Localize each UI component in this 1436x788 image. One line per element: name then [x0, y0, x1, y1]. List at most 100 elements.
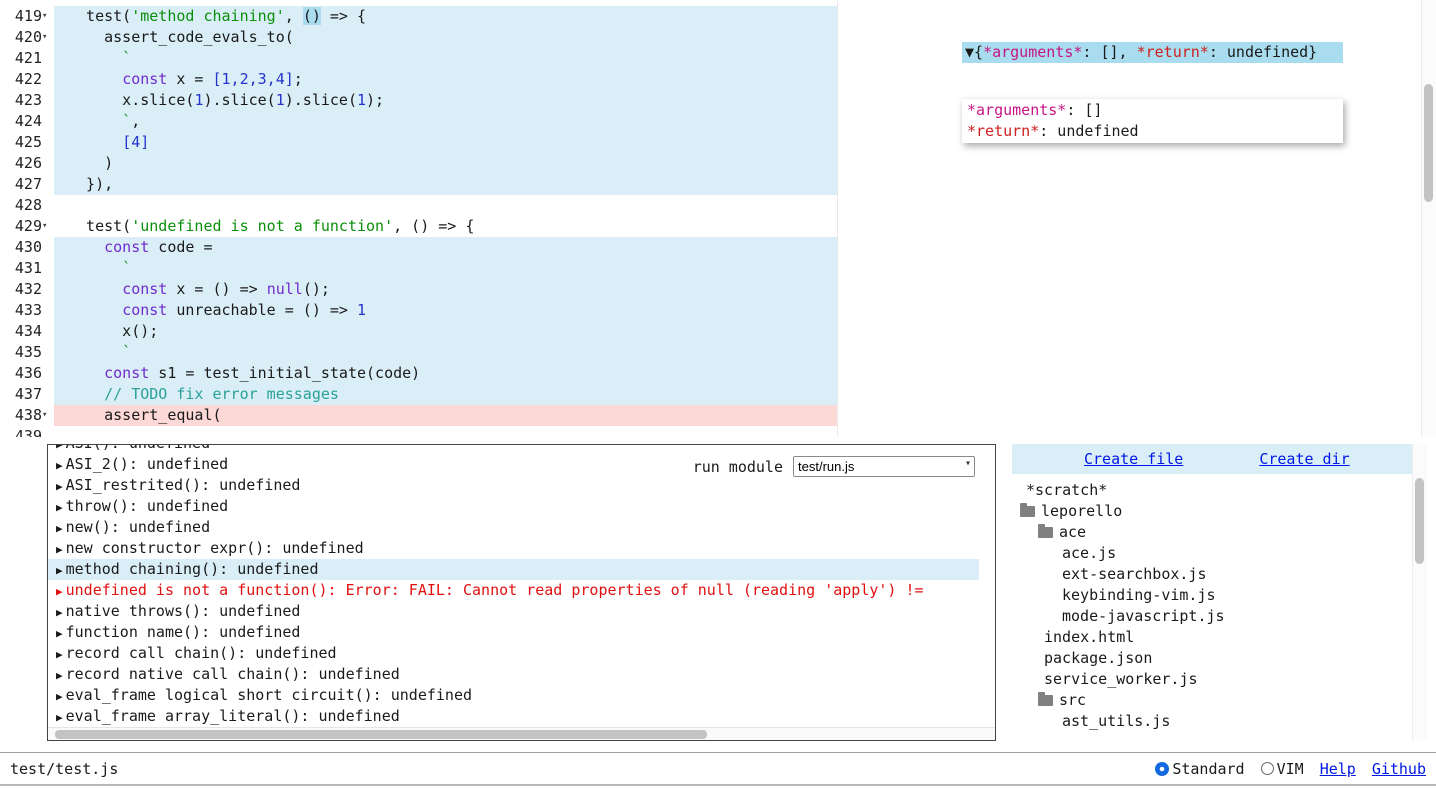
code-line[interactable]: ` — [54, 48, 837, 69]
editor-scrollbar[interactable] — [1421, 0, 1436, 437]
code-line[interactable]: `, — [54, 111, 837, 132]
editor-scrollbar-thumb[interactable] — [1424, 84, 1433, 202]
code-token: test( — [68, 7, 131, 25]
create-dir-button[interactable]: Create dir — [1259, 450, 1349, 468]
tree-item-package-json[interactable]: package.json — [1012, 648, 1427, 669]
collapse-icon[interactable]: ▼ — [965, 43, 974, 61]
code-line[interactable]: assert_equal( — [54, 405, 837, 426]
code-line[interactable]: test('method chaining', () => { — [54, 6, 837, 27]
expand-icon[interactable]: ▶ — [56, 669, 63, 682]
code-line[interactable]: }), — [54, 174, 837, 195]
code-line[interactable]: ` — [54, 258, 837, 279]
code-line[interactable]: ` — [54, 342, 837, 363]
fold-icon[interactable]: ▾ — [42, 405, 54, 426]
code-line[interactable]: const x = [1,2,3,4]; — [54, 69, 837, 90]
expand-icon[interactable]: ▶ — [56, 480, 63, 493]
run-module-select[interactable]: test/run.js — [793, 456, 975, 477]
tree-item-scratch[interactable]: *scratch* — [1012, 480, 1427, 501]
tree-item-ast-utils-js[interactable]: ast_utils.js — [1012, 711, 1427, 732]
console-entry[interactable]: ▶new(): undefined — [48, 517, 979, 538]
console-entry[interactable]: ▶ASI_restrited(): undefined — [48, 475, 979, 496]
expand-icon[interactable]: ▶ — [56, 690, 63, 703]
code-line[interactable]: [4] — [54, 132, 837, 153]
file-path: test/test.js — [10, 760, 118, 778]
code-line[interactable]: assert_code_evals_to( — [54, 27, 837, 48]
editor-line: 435 ` — [0, 342, 1436, 363]
expand-icon[interactable]: ▶ — [56, 459, 63, 472]
editor-line: 431 ` — [0, 258, 1436, 279]
console-entry[interactable]: ▶ASI(): undefined — [48, 444, 979, 454]
expand-icon[interactable]: ▶ — [56, 543, 63, 556]
fold-icon[interactable]: ▾ — [42, 216, 54, 237]
console-entry[interactable]: ▶function name(): undefined — [48, 622, 979, 643]
fold-icon[interactable]: ▾ — [42, 6, 54, 27]
tree-scrollbar[interactable] — [1412, 444, 1427, 741]
code-line[interactable]: const s1 = test_initial_state(code) — [54, 363, 837, 384]
console-entry[interactable]: ▶new constructor expr(): undefined — [48, 538, 979, 559]
expand-icon[interactable]: ▶ — [56, 627, 63, 640]
radio-vim-label: VIM — [1277, 760, 1304, 778]
console-entry[interactable]: ▶record call chain(): undefined — [48, 643, 979, 664]
code-token: ; — [294, 70, 303, 88]
code-token — [68, 364, 104, 382]
code-token: : undefined} — [1209, 43, 1317, 61]
code-token: *return* — [1137, 43, 1209, 61]
tree-item-ace[interactable]: ace — [1012, 522, 1427, 543]
tree-item-index-html[interactable]: index.html — [1012, 627, 1427, 648]
create-file-button[interactable]: Create file — [1084, 450, 1183, 468]
line-number: 431 — [0, 258, 54, 279]
code-line[interactable] — [54, 195, 837, 216]
radio-vim[interactable]: VIM — [1261, 760, 1304, 778]
console-entry-text: eval_frame logical short circuit(): unde… — [66, 686, 472, 704]
tree-item-src[interactable]: src — [1012, 690, 1427, 711]
code-line[interactable]: const x = () => null(); — [54, 279, 837, 300]
code-token: const — [104, 238, 149, 256]
console-entry[interactable]: ▶record native call chain(): undefined — [48, 664, 979, 685]
expand-icon[interactable]: ▶ — [56, 585, 63, 598]
code-line[interactable]: x(); — [54, 321, 837, 342]
radio-standard[interactable]: Standard — [1155, 760, 1244, 778]
expand-icon[interactable]: ▶ — [56, 711, 63, 724]
console-hscrollbar-thumb[interactable] — [55, 730, 707, 739]
inspector-header[interactable]: ▼{*arguments*: [], *return*: undefined} — [962, 42, 1343, 63]
line-number: 432 — [0, 279, 54, 300]
code-line[interactable] — [54, 426, 837, 437]
line-number: 424 — [0, 111, 54, 132]
github-link[interactable]: Github — [1372, 760, 1426, 778]
code-line[interactable]: const unreachable = () => 1 — [54, 300, 837, 321]
code-line[interactable]: const code = — [54, 237, 837, 258]
console-entry[interactable]: ▶throw(): undefined — [48, 496, 979, 517]
expand-icon[interactable]: ▶ — [56, 648, 63, 661]
console-entry[interactable]: ▶native throws(): undefined — [48, 601, 979, 622]
inspector-row[interactable]: *return*: undefined — [967, 121, 1338, 142]
console-entry[interactable]: ▶undefined is not a function(): Error: F… — [48, 580, 979, 601]
code-line[interactable]: x.slice(1).slice(1).slice(1); — [54, 90, 837, 111]
tree-item-ext-searchbox-js[interactable]: ext-searchbox.js — [1012, 564, 1427, 585]
help-link[interactable]: Help — [1320, 760, 1356, 778]
code-line[interactable]: test('undefined is not a function', () =… — [54, 216, 837, 237]
console-entry[interactable]: ▶eval_frame logical short circuit(): und… — [48, 685, 979, 706]
fold-icon[interactable]: ▾ — [42, 27, 54, 48]
tree-item-leporello[interactable]: leporello — [1012, 501, 1427, 522]
console-entry[interactable]: ▶method chaining(): undefined — [48, 559, 979, 580]
expand-icon[interactable]: ▶ — [56, 501, 63, 514]
expand-icon[interactable]: ▶ — [56, 606, 63, 619]
tree-item-ace-js[interactable]: ace.js — [1012, 543, 1427, 564]
tree-item-service-worker-js[interactable]: service_worker.js — [1012, 669, 1427, 690]
code-line[interactable]: ) — [54, 153, 837, 174]
console-entry[interactable]: ▶eval_frame array_literal(): undefined — [48, 706, 979, 727]
code-line[interactable]: // TODO fix error messages — [54, 384, 837, 405]
code-token: ).slice( — [285, 91, 357, 109]
tree-item-mode-javascript-js[interactable]: mode-javascript.js — [1012, 606, 1427, 627]
expand-icon[interactable]: ▶ — [56, 564, 63, 577]
tree-item-label: src — [1059, 690, 1086, 711]
inspector-row[interactable]: *arguments*: [] — [967, 100, 1338, 121]
selected-expression[interactable]: () — [303, 7, 321, 25]
console-hscrollbar[interactable] — [48, 727, 995, 740]
folder-icon — [1038, 527, 1053, 538]
tree-item-keybinding-vim-js[interactable]: keybinding-vim.js — [1012, 585, 1427, 606]
expand-icon[interactable]: ▶ — [56, 444, 63, 451]
expand-icon[interactable]: ▶ — [56, 522, 63, 535]
tree-scrollbar-thumb[interactable] — [1415, 478, 1424, 564]
inspector-body: *arguments*: []*return*: undefined — [962, 99, 1343, 143]
